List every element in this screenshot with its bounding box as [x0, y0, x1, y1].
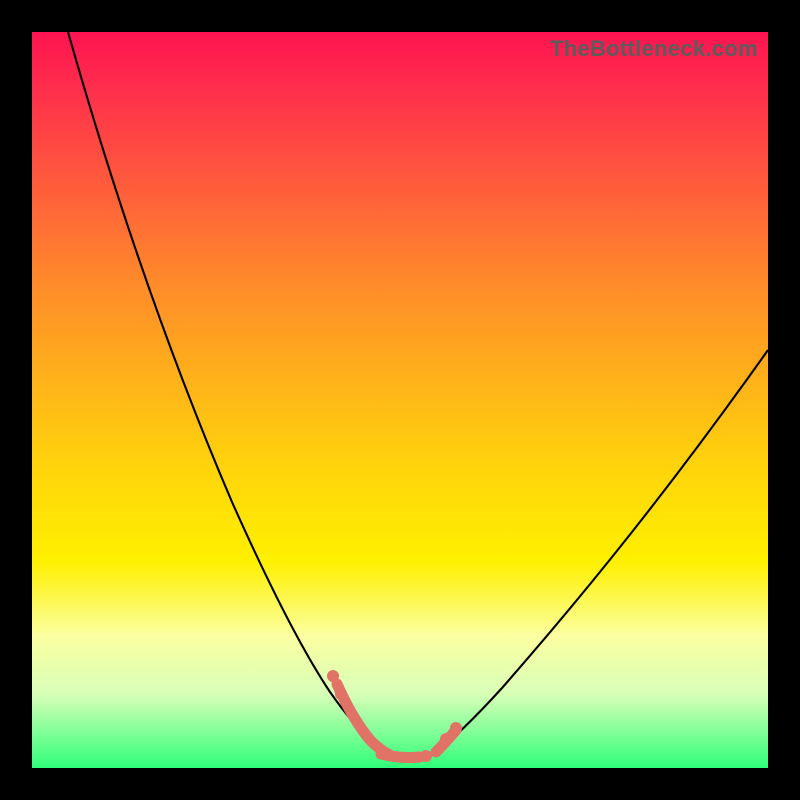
marker-dot: [440, 733, 452, 745]
chart-frame: TheBottleneck.com: [0, 0, 800, 800]
marker-dot: [420, 750, 432, 762]
bottleneck-curve-left: [68, 32, 394, 756]
bottleneck-curve-valley: [394, 754, 434, 759]
watermark-text: TheBottleneck.com: [550, 36, 758, 62]
marker-dot: [335, 688, 347, 700]
optimal-range-marker-floor: [381, 754, 420, 758]
optimal-range-marker-left: [337, 684, 392, 756]
marker-dot: [327, 670, 339, 682]
chart-plot-area: TheBottleneck.com: [32, 32, 768, 768]
bottleneck-curve-right: [434, 350, 768, 754]
optimal-range-marker-right: [436, 730, 456, 752]
chart-overlay: [32, 32, 768, 768]
marker-dot: [450, 722, 462, 734]
